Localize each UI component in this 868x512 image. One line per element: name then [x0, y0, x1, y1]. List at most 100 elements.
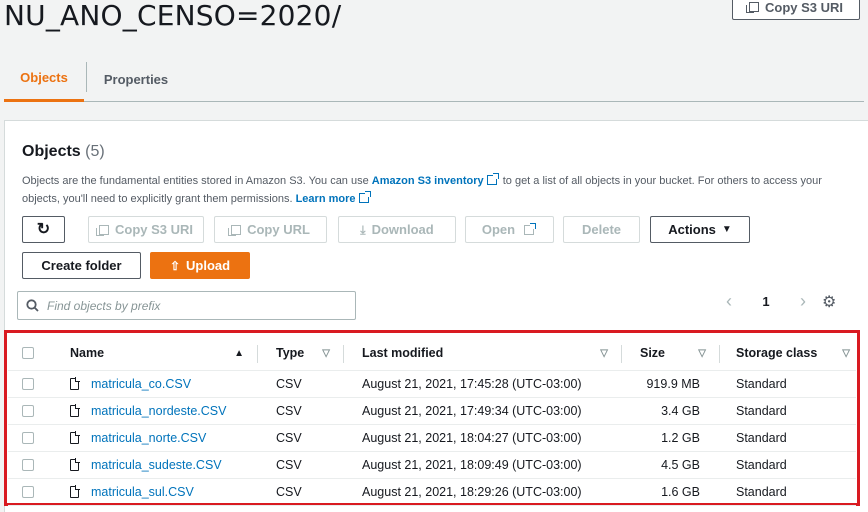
download-icon: ⤓ [360, 222, 366, 237]
storage-class-cell: Standard [720, 370, 856, 398]
file-icon [70, 431, 80, 444]
column-header-type[interactable]: Type ▽ [258, 336, 344, 371]
name-cell: matricula_co.CSV [58, 370, 258, 398]
copy-s3-uri-button[interactable]: Copy S3 URI [88, 216, 204, 243]
search-box [17, 291, 356, 320]
row-select-cell [8, 451, 58, 479]
tab-divider [86, 62, 87, 92]
column-header-size[interactable]: Size ▽ [622, 336, 720, 371]
sort-icon: ▽ [600, 348, 608, 359]
actions-dropdown[interactable]: Actions ▼ [650, 216, 750, 243]
external-link-icon [524, 222, 537, 235]
column-name-label: Name [70, 345, 105, 360]
type-cell: CSV [258, 451, 344, 479]
storage-class-cell: Standard [720, 451, 856, 479]
column-header-storage-class[interactable]: Storage class ▽ [720, 336, 856, 371]
learn-more-link[interactable]: Learn more [296, 193, 356, 205]
storage-class-cell: Standard [720, 424, 856, 452]
type-cell: CSV [258, 424, 344, 452]
table-header-row: Name ▲ Type ▽ Last modified ▽ Size ▽ Sto… [8, 336, 856, 371]
storage-class-cell: Standard [720, 397, 856, 425]
row-checkbox[interactable] [22, 459, 34, 472]
type-cell: CSV [258, 397, 344, 425]
last-modified-cell: August 21, 2021, 18:09:49 (UTC-03:00) [344, 451, 622, 479]
select-all-checkbox[interactable] [22, 347, 34, 360]
size-cell: 1.6 GB [622, 478, 720, 506]
create-folder-button[interactable]: Create folder [22, 252, 141, 279]
row-select-cell [8, 424, 58, 452]
row-checkbox[interactable] [22, 486, 34, 499]
file-icon [70, 458, 80, 471]
last-modified-cell: August 21, 2021, 18:29:26 (UTC-03:00) [344, 478, 622, 506]
name-cell: matricula_norte.CSV [58, 424, 258, 452]
column-storage-class-label: Storage class [736, 345, 818, 360]
row-checkbox[interactable] [22, 432, 34, 445]
object-name-link[interactable]: matricula_norte.CSV [91, 431, 206, 445]
refresh-button[interactable]: ↻ [22, 216, 65, 243]
object-name-link[interactable]: matricula_sudeste.CSV [91, 458, 222, 472]
copy-s3-uri-label: Copy S3 URI [114, 222, 193, 237]
name-cell: matricula_sudeste.CSV [58, 451, 258, 479]
table-row[interactable]: matricula_sul.CSV CSV August 21, 2021, 18:… [8, 478, 856, 506]
file-icon [70, 404, 80, 417]
last-modified-cell: August 21, 2021, 17:45:28 (UTC-03:00) [344, 370, 622, 398]
size-cell: 1.2 GB [622, 424, 720, 452]
last-modified-cell: August 21, 2021, 18:04:27 (UTC-03:00) [344, 424, 622, 452]
table-row[interactable]: matricula_nordeste.CSV CSV August 21, 2021… [8, 397, 856, 425]
row-select-cell [8, 397, 58, 425]
tab-properties[interactable]: Properties [96, 56, 176, 102]
open-label: Open [481, 222, 516, 237]
copy-url-button[interactable]: Copy URL [214, 216, 327, 243]
upload-button[interactable]: ⇧ Upload [150, 252, 250, 279]
object-name-link[interactable]: matricula_nordeste.CSV [91, 404, 226, 418]
copy-url-label: Copy URL [247, 222, 310, 237]
sort-icon: ▽ [698, 348, 706, 359]
tab-objects[interactable]: Objects [4, 56, 84, 102]
page-title: NU_ANO_CENSO=2020/ [4, 0, 342, 32]
copy-s3-uri-header-button[interactable]: Copy S3 URI [732, 0, 860, 20]
inventory-link[interactable]: Amazon S3 inventory [372, 175, 484, 187]
file-icon [70, 377, 80, 390]
sort-icon: ▽ [842, 348, 850, 359]
row-checkbox[interactable] [22, 405, 34, 418]
create-folder-label: Create folder [41, 258, 122, 273]
last-modified-cell: August 21, 2021, 17:49:34 (UTC-03:00) [344, 397, 622, 425]
search-input[interactable] [47, 298, 337, 313]
actions-label: Actions [668, 222, 716, 237]
table-row[interactable]: matricula_co.CSV CSV August 21, 2021, 17:4… [8, 370, 856, 398]
copy-icon [95, 224, 109, 236]
download-label: Download [371, 222, 434, 237]
open-button[interactable]: Open [465, 216, 554, 243]
upload-icon: ⇧ [169, 258, 180, 273]
copy-icon [228, 224, 242, 236]
object-name-link[interactable]: matricula_co.CSV [91, 377, 191, 391]
upload-label: Upload [186, 258, 231, 273]
table-row[interactable]: matricula_sudeste.CSV CSV August 21, 2021,… [8, 451, 856, 479]
previous-page-icon[interactable]: ‹ [726, 291, 732, 312]
size-cell: 3.4 GB [622, 397, 720, 425]
copy-icon [745, 2, 759, 13]
objects-description: Objects are the fundamental entities sto… [22, 172, 830, 208]
object-name-link[interactable]: matricula_sul.CSV [91, 485, 194, 499]
external-link-icon [486, 173, 499, 185]
delete-button[interactable]: Delete [563, 216, 640, 243]
size-cell: 919.9 MB [622, 370, 720, 398]
column-header-name[interactable]: Name ▲ [58, 336, 258, 371]
sort-ascending-icon: ▲ [234, 348, 244, 359]
column-header-last-modified[interactable]: Last modified ▽ [344, 336, 622, 371]
table-row[interactable]: matricula_norte.CSV CSV August 21, 2021, 1… [8, 424, 856, 452]
tab-bar: Objects Properties [4, 56, 864, 102]
column-type-label: Type [276, 345, 305, 360]
gear-icon[interactable]: ⚙ [822, 292, 836, 312]
select-all-header [8, 336, 58, 371]
storage-class-cell: Standard [720, 478, 856, 506]
column-size-label: Size [640, 345, 666, 360]
next-page-icon[interactable]: › [800, 291, 806, 312]
download-button[interactable]: ⤓ Download [338, 216, 456, 243]
refresh-icon: ↻ [36, 220, 51, 238]
row-checkbox[interactable] [22, 378, 34, 391]
current-page[interactable]: 1 [762, 294, 769, 309]
external-link-icon [358, 191, 371, 203]
column-last-modified-label: Last modified [362, 345, 444, 360]
delete-label: Delete [581, 222, 622, 237]
